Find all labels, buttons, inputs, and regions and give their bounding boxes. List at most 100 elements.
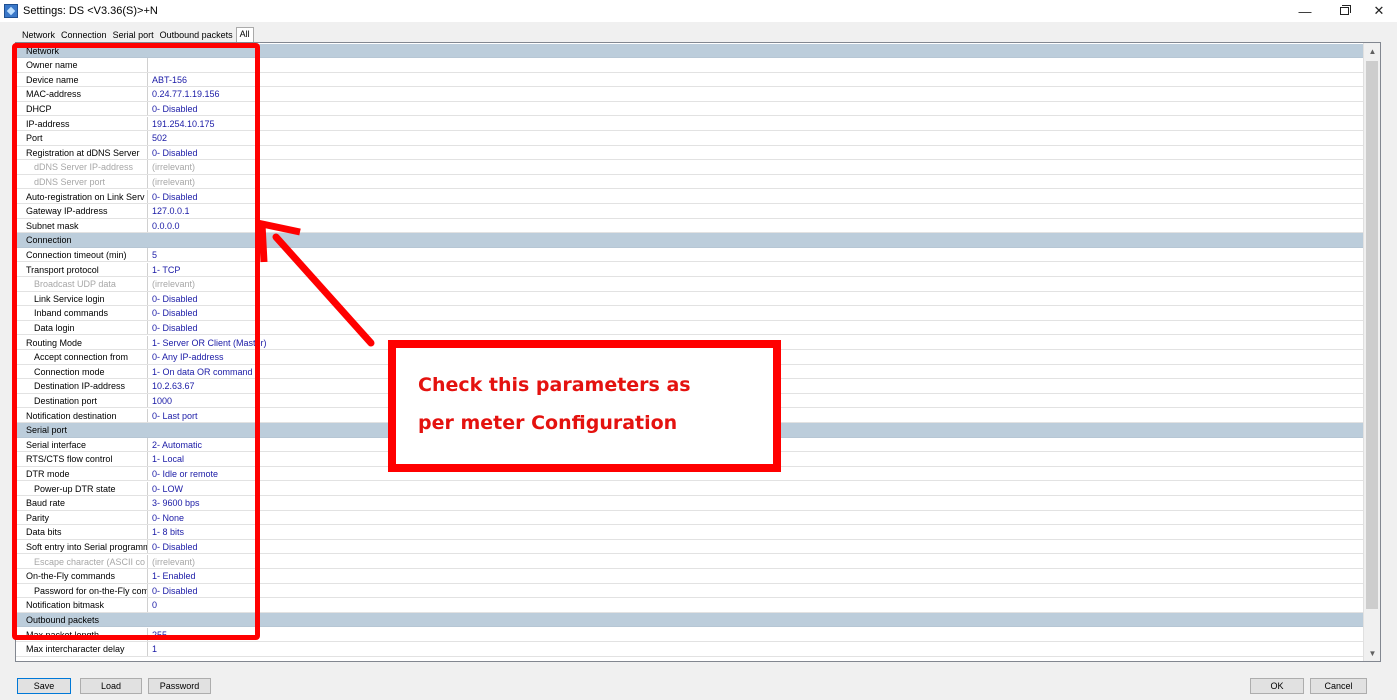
password-button[interactable]: Password (148, 678, 211, 694)
callout-text: Check this parameters as per meter Confi… (418, 366, 758, 442)
setting-name: MAC-address (16, 87, 148, 101)
scroll-down-icon[interactable]: ▼ (1364, 645, 1381, 661)
save-button[interactable]: Save (17, 678, 71, 694)
setting-row[interactable]: Owner name (16, 58, 1363, 73)
setting-value[interactable]: 0- Any IP-address (148, 350, 224, 364)
setting-name: Notification bitmask (16, 598, 148, 612)
setting-name: Broadcast UDP data (16, 277, 148, 291)
restore-button[interactable] (1327, 0, 1361, 22)
tab-network[interactable]: Network (19, 29, 58, 42)
setting-row[interactable]: Link Service login 0- Disabled (16, 291, 1363, 307)
setting-row[interactable]: Device name ABT-156 (16, 72, 1363, 88)
setting-name: Escape character (ASCII co (16, 554, 148, 569)
setting-row[interactable]: Max packet length 255 (16, 627, 1363, 643)
setting-row[interactable]: Soft entry into Serial programm 0- Disabl… (16, 539, 1363, 555)
setting-row[interactable]: IP-address 191.254.10.175 (16, 116, 1363, 132)
setting-value[interactable]: (irrelevant) (148, 160, 195, 174)
setting-row[interactable]: Subnet mask 0.0.0.0 (16, 218, 1363, 234)
cancel-button[interactable]: Cancel (1310, 678, 1367, 694)
setting-value[interactable]: ABT-156 (148, 73, 187, 87)
setting-name: Data bits (16, 525, 148, 539)
setting-value[interactable]: 1000 (148, 394, 172, 408)
setting-value[interactable]: 1 (148, 642, 157, 656)
setting-value[interactable]: 1- Enabled (148, 569, 196, 583)
setting-name: Owner name (16, 58, 148, 72)
setting-value[interactable]: 127.0.0.1 (148, 204, 190, 218)
setting-row[interactable]: Power-up DTR state 0- LOW (16, 481, 1363, 497)
setting-value[interactable]: 1- On data OR command (148, 365, 253, 379)
tab-all[interactable]: All (235, 27, 254, 43)
setting-value[interactable]: 0- LOW (148, 482, 183, 496)
setting-row[interactable]: dDNS Server IP-address (irrelevant) (16, 160, 1363, 175)
tab-connection[interactable]: Connection (58, 29, 110, 42)
setting-value[interactable]: 0- Disabled (148, 584, 198, 598)
setting-value[interactable]: 0 (148, 598, 157, 612)
tab-outbound-packets[interactable]: Outbound packets (157, 29, 236, 42)
setting-row[interactable]: Parity 0- None (16, 510, 1363, 526)
title-bar: Settings: DS <V3.36(S)>+N — ✕ (0, 0, 1397, 22)
section-header: Network (16, 43, 1363, 59)
setting-value[interactable]: 0- Disabled (148, 102, 198, 116)
setting-row[interactable]: Registration at dDNS Server 0- Disabled (16, 145, 1363, 161)
setting-row[interactable]: Password for on-the-Fly com 0- Disabled (16, 583, 1363, 599)
setting-value[interactable]: 0- Disabled (148, 292, 198, 306)
setting-value[interactable]: (irrelevant) (148, 277, 195, 291)
setting-row[interactable]: Transport protocol 1- TCP (16, 262, 1363, 278)
setting-row[interactable]: Gateway IP-address 127.0.0.1 (16, 204, 1363, 219)
setting-row[interactable]: Escape character (ASCII co (irrelevant) (16, 554, 1363, 570)
scroll-thumb[interactable] (1366, 61, 1378, 609)
setting-name: Device name (16, 72, 148, 87)
setting-value[interactable]: 1- Server OR Client (Master) (148, 336, 267, 350)
tab-serial-port[interactable]: Serial port (110, 29, 157, 42)
setting-value[interactable]: 191.254.10.175 (148, 117, 215, 131)
setting-value[interactable]: 3- 9600 bps (148, 496, 200, 510)
setting-value[interactable]: 502 (148, 131, 167, 145)
setting-row[interactable]: Max intercharacter delay 1 (16, 642, 1363, 657)
setting-value[interactable]: 2- Automatic (148, 438, 202, 452)
scroll-up-icon[interactable]: ▲ (1364, 43, 1381, 59)
setting-name: Parity (16, 510, 148, 525)
setting-value[interactable]: 10.2.63.67 (148, 379, 195, 393)
setting-row[interactable]: Data login 0- Disabled (16, 320, 1363, 336)
setting-value[interactable]: 0- None (148, 511, 184, 525)
setting-value[interactable]: (irrelevant) (148, 175, 195, 189)
setting-row[interactable]: Port 502 (16, 131, 1363, 146)
setting-value[interactable] (148, 58, 152, 72)
setting-row[interactable]: Data bits 1- 8 bits (16, 525, 1363, 540)
setting-row[interactable]: Broadcast UDP data (irrelevant) (16, 277, 1363, 292)
setting-value[interactable]: 255 (148, 628, 167, 642)
setting-value[interactable]: 0- Disabled (148, 321, 198, 335)
ok-button[interactable]: OK (1250, 678, 1304, 694)
setting-value[interactable]: 1- Local (148, 452, 184, 466)
setting-value[interactable]: 0.24.77.1.19.156 (148, 87, 220, 101)
setting-value[interactable]: (irrelevant) (148, 555, 195, 569)
setting-value[interactable]: 0- Disabled (148, 146, 198, 160)
callout-line-2: per meter Configuration (418, 412, 678, 434)
setting-row[interactable]: Notification bitmask 0 (16, 598, 1363, 613)
setting-row[interactable]: Auto-registration on Link Serv 0- Disable… (16, 189, 1363, 205)
setting-row[interactable]: MAC-address 0.24.77.1.19.156 (16, 87, 1363, 102)
window-title: Settings: DS <V3.36(S)>+N (23, 5, 158, 17)
setting-row[interactable]: Baud rate 3- 9600 bps (16, 496, 1363, 511)
setting-value[interactable]: 1- TCP (148, 263, 180, 277)
setting-value[interactable]: 0- Disabled (148, 306, 198, 320)
setting-value[interactable]: 1- 8 bits (148, 525, 184, 539)
setting-value[interactable]: 0- Last port (148, 409, 198, 423)
setting-value[interactable]: 0- Disabled (148, 540, 198, 554)
close-button[interactable]: ✕ (1362, 0, 1396, 22)
setting-row[interactable]: Connection timeout (min) 5 (16, 247, 1363, 263)
minimize-button[interactable]: — (1288, 0, 1322, 22)
setting-name: Destination port (16, 393, 148, 408)
setting-row[interactable]: Inband commands 0- Disabled (16, 306, 1363, 321)
setting-row[interactable]: DHCP 0- Disabled (16, 101, 1363, 117)
vertical-scrollbar[interactable]: ▲ ▼ (1363, 43, 1380, 661)
setting-name: Connection timeout (min) (16, 247, 148, 262)
setting-value[interactable]: 5 (148, 248, 157, 262)
setting-value[interactable]: 0.0.0.0 (148, 219, 180, 233)
load-button[interactable]: Load (80, 678, 142, 694)
setting-row[interactable]: On-the-Fly commands 1- Enabled (16, 569, 1363, 584)
setting-row[interactable]: dDNS Server port (irrelevant) (16, 174, 1363, 190)
setting-value[interactable]: 0- Disabled (148, 190, 198, 204)
setting-value[interactable]: 0- Idle or remote (148, 467, 218, 481)
setting-name: Data login (16, 320, 148, 335)
